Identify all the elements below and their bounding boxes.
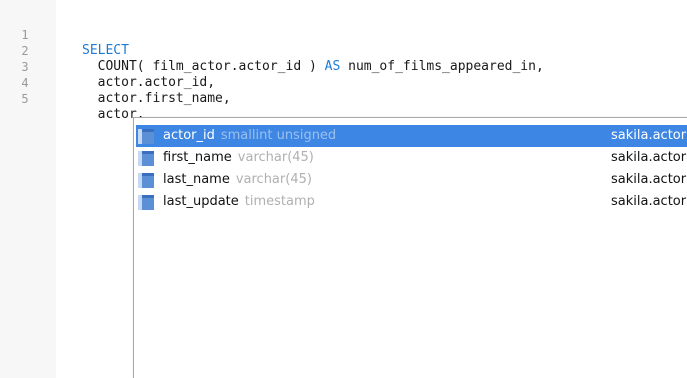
- code-line-1[interactable]: 1 SELECT: [0, 11, 687, 58]
- autocomplete-item[interactable]: last_name varchar(45) sakila.actor: [136, 169, 687, 191]
- sql-editor[interactable]: 1 SELECT 2 COUNT( film_actor.actor_id ) …: [0, 0, 687, 378]
- column-source: sakila.actor: [611, 194, 687, 209]
- column-name: last_name: [163, 172, 230, 187]
- autocomplete-item[interactable]: first_name varchar(45) sakila.actor: [136, 147, 687, 169]
- column-type: timestamp: [244, 194, 315, 209]
- column-icon: [138, 129, 154, 144]
- code-line-2[interactable]: 2 COUNT( film_actor.actor_id ) AS num_of…: [0, 27, 687, 74]
- code-text: actor.first_name,: [82, 91, 231, 106]
- autocomplete-popup[interactable]: actor_id smallint unsigned sakila.actor f…: [133, 117, 687, 378]
- code-line-5[interactable]: 5 actor.: [0, 75, 687, 122]
- line-number: 5: [21, 92, 29, 106]
- column-icon: [138, 151, 154, 166]
- column-type: varchar(45): [235, 172, 312, 187]
- code-line-4[interactable]: 4 actor.first_name,: [0, 59, 687, 106]
- column-source: sakila.actor: [611, 172, 687, 187]
- autocomplete-item[interactable]: actor_id smallint unsigned sakila.actor: [136, 125, 687, 147]
- autocomplete-item[interactable]: last_update timestamp sakila.actor: [136, 191, 687, 213]
- column-type: varchar(45): [237, 150, 314, 165]
- column-name: actor_id: [163, 128, 215, 143]
- column-icon: [138, 173, 154, 188]
- column-source: sakila.actor: [611, 128, 687, 143]
- column-icon: [138, 195, 154, 210]
- column-source: sakila.actor: [611, 150, 687, 165]
- code-line-3[interactable]: 3 actor.actor_id,: [0, 43, 687, 90]
- column-type: smallint unsigned: [220, 128, 337, 143]
- column-name: first_name: [163, 150, 232, 165]
- column-name: last_update: [163, 194, 239, 209]
